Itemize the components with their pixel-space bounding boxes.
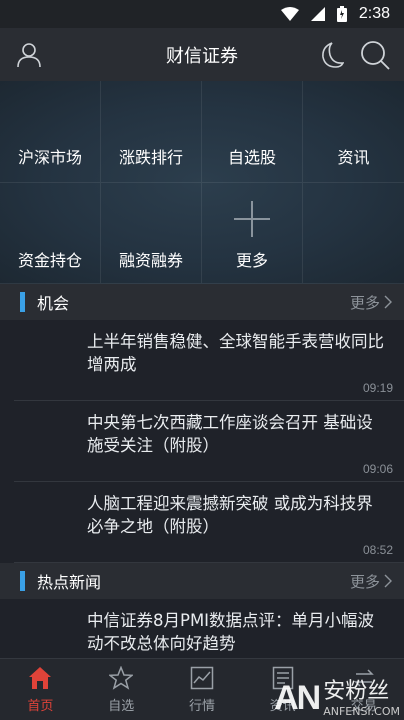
- grid-item-label: 资讯: [337, 147, 370, 167]
- section-accent-bar: [20, 292, 25, 312]
- grid-item-news[interactable]: 资讯: [303, 81, 404, 183]
- status-time: 2:38: [358, 5, 390, 22]
- more-label: 更多: [349, 572, 380, 591]
- section-header-opportunity: 机会 更多: [0, 284, 404, 320]
- watermark-logo: AN 安粉丝 ANFENSI.COM: [274, 673, 400, 718]
- watermark-en: ANFENSI.COM: [323, 705, 400, 718]
- grid-item-margin[interactable]: 融资融券: [101, 182, 202, 284]
- grid-item-label: 融资融券: [118, 251, 183, 270]
- tab-quotes[interactable]: 行情: [162, 659, 243, 720]
- chevron-right-icon: [384, 574, 392, 588]
- grid-item-ranking[interactable]: 涨跌排行: [101, 81, 202, 183]
- app-screen: 2:38 财信证券 沪深市场 涨跌排行 自选股 资讯 资金持仓 融资融券 更多: [0, 0, 404, 720]
- grid-item-label: 沪深市场: [17, 147, 82, 167]
- search-icon[interactable]: [360, 40, 390, 70]
- header-actions: [316, 40, 390, 70]
- moon-icon[interactable]: [316, 40, 346, 70]
- wifi-icon: [280, 7, 299, 21]
- signal-icon: [310, 7, 325, 21]
- tab-label: 首页: [27, 699, 54, 714]
- grid-item-watchlist[interactable]: 自选股: [202, 81, 303, 183]
- status-bar: 2:38: [0, 0, 404, 28]
- plus-icon: [234, 201, 270, 237]
- news-headline: 中央第七次西藏工作座谈会召开 基础设施受关注（附股）: [87, 413, 373, 455]
- news-headline: 中信证券8月PMI数据点评：单月小幅波动不改总体向好趋势: [87, 611, 375, 653]
- grid-item-market[interactable]: 沪深市场: [0, 81, 101, 183]
- more-label: 更多: [349, 293, 380, 312]
- news-item[interactable]: 人脑工程迎来震撼新突破 或成为科技界必争之地（附股） 08:52: [14, 482, 404, 563]
- watermark-cn: 安粉丝: [323, 679, 390, 704]
- grid-item-label: 涨跌排行: [118, 147, 183, 167]
- section-title: 机会: [37, 294, 70, 313]
- news-item[interactable]: 上半年销售稳健、全球智能手表营收同比增两成 09:19: [14, 320, 404, 401]
- news-list-opportunity: 上半年销售稳健、全球智能手表营收同比增两成 09:19 中央第七次西藏工作座谈会…: [0, 320, 404, 563]
- home-icon: [27, 665, 53, 691]
- more-link[interactable]: 更多: [350, 571, 392, 592]
- tab-label: 行情: [188, 699, 215, 714]
- news-item[interactable]: 中央第七次西藏工作座谈会召开 基础设施受关注（附股） 09:06: [14, 401, 404, 482]
- chevron-right-icon: [384, 295, 392, 309]
- tab-home[interactable]: 首页: [0, 659, 81, 720]
- news-time: 09:06: [362, 462, 393, 476]
- news-time: 09:19: [362, 381, 393, 395]
- tab-label: 自选: [108, 699, 135, 714]
- grid-item-empty: [303, 183, 404, 284]
- user-icon[interactable]: [14, 40, 44, 70]
- grid-item-label: 资金持仓: [17, 251, 82, 270]
- battery-icon: [336, 6, 347, 22]
- news-headline: 人脑工程迎来震撼新突破 或成为科技界必争之地（附股）: [87, 494, 373, 536]
- grid-item-holdings[interactable]: 资金持仓: [0, 182, 101, 284]
- grid-item-label: 自选股: [227, 147, 276, 167]
- watermark-an: AN: [274, 679, 321, 717]
- section-title: 热点新闻: [37, 573, 102, 592]
- app-header: 财信证券: [0, 28, 404, 81]
- section-header-hot-news: 热点新闻 更多: [0, 563, 404, 599]
- function-grid: 沪深市场 涨跌排行 自选股 资讯 资金持仓 融资融券 更多: [0, 81, 404, 284]
- news-headline: 上半年销售稳健、全球智能手表营收同比增两成: [87, 332, 384, 374]
- chart-icon: [189, 665, 215, 691]
- grid-item-label: 更多: [235, 251, 268, 270]
- section-accent-bar: [20, 571, 25, 591]
- grid-item-more[interactable]: 更多: [202, 182, 303, 284]
- more-link[interactable]: 更多: [350, 292, 392, 313]
- star-icon: [108, 665, 134, 691]
- tab-watchlist[interactable]: 自选: [81, 659, 162, 720]
- news-time: 08:52: [362, 543, 393, 557]
